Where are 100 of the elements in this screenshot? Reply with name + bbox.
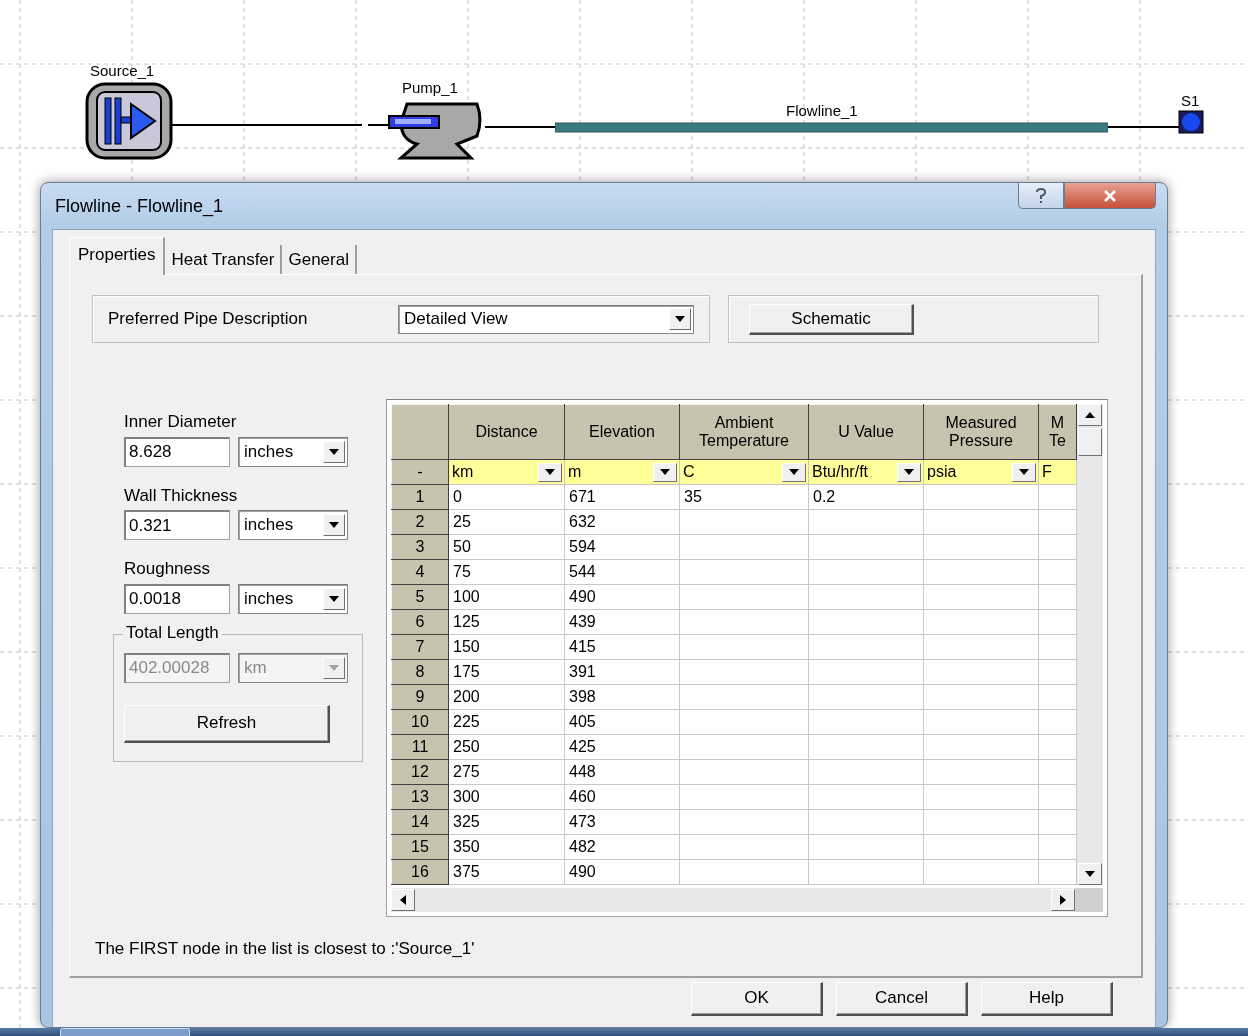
column-header[interactable]: Ambient Temperature: [679, 404, 809, 460]
dropdown-arrow-icon: [329, 522, 339, 528]
dropdown-arrow-icon: [904, 469, 914, 475]
table-cell: 350: [448, 834, 565, 860]
table-cell: 415: [564, 634, 680, 660]
tab[interactable]: Properties: [69, 236, 166, 275]
unit-dropdown[interactable]: C: [679, 459, 809, 485]
input-field[interactable]: 8.628: [124, 436, 230, 467]
row-header: 12: [391, 759, 449, 785]
table-cell: 225: [448, 709, 565, 735]
table-cell: 490: [564, 584, 680, 610]
table-cell: 391: [564, 659, 680, 685]
scroll-up-button[interactable]: [1078, 404, 1102, 426]
unit-dropdown[interactable]: inches: [238, 436, 348, 467]
row-header: 15: [391, 834, 449, 860]
field-label: Roughness: [124, 558, 211, 580]
unit-dropdown[interactable]: Btu/hr/ft: [808, 459, 924, 485]
dropdown-arrow-icon: [329, 448, 339, 455]
table-cell: 482: [564, 834, 680, 860]
dropdown-arrow-icon: [545, 469, 555, 475]
pipeline-icon[interactable]: [555, 122, 1108, 133]
dropdown-arrow-icon: [675, 316, 685, 322]
column-header[interactable]: U Value: [808, 404, 924, 460]
table-cell: 425: [564, 734, 680, 760]
schematic-button[interactable]: Schematic: [749, 303, 914, 335]
row-header: 16: [391, 859, 449, 885]
row-header: 13: [391, 784, 449, 810]
table-cell: 325: [448, 809, 565, 835]
refresh-button[interactable]: Refresh: [124, 704, 330, 743]
node-label: S1: [1181, 91, 1200, 111]
hint-text: The FIRST node in the list is closest to :'Source_1': [95, 938, 476, 960]
column-header[interactable]: Measured Pressure: [923, 404, 1039, 460]
table-cell: 200: [448, 684, 565, 710]
unit-dropdown[interactable]: psia: [923, 459, 1039, 485]
table-cell: 544: [564, 559, 680, 585]
row-header: 5: [391, 584, 449, 610]
table-cell: 671: [564, 484, 680, 510]
horizontal-scrollbar[interactable]: [391, 888, 1076, 912]
column-header[interactable]: M Te: [1038, 404, 1077, 460]
table-cell: 0: [448, 484, 565, 510]
scroll-left-button[interactable]: [391, 889, 415, 911]
field-label: Preferred Pipe Description: [108, 308, 309, 331]
table-cell: 50: [448, 534, 565, 560]
help-icon: [1035, 187, 1047, 204]
node-label: Source_1: [90, 61, 155, 81]
row-header: 1: [391, 484, 449, 510]
help-button[interactable]: [1018, 183, 1064, 209]
row-header: 8: [391, 659, 449, 685]
vertical-scrollbar[interactable]: [1077, 404, 1103, 885]
table-cell: 398: [564, 684, 680, 710]
unit-dropdown[interactable]: inches: [238, 583, 348, 614]
unit-dropdown[interactable]: m: [564, 459, 680, 485]
table-cell: 175: [448, 659, 565, 685]
dropdown-arrow-icon: [789, 469, 799, 475]
row-header: 2: [391, 509, 449, 535]
dropdown-arrow-icon: [329, 595, 339, 602]
dropdown-arrow-icon: [1019, 469, 1029, 475]
table-cell: 405: [564, 709, 680, 735]
field-label: Wall Thickness: [124, 484, 239, 507]
close-button[interactable]: [1064, 183, 1156, 209]
column-header[interactable]: Elevation: [564, 404, 680, 460]
scroll-down-button[interactable]: [1078, 863, 1102, 885]
sink-icon[interactable]: [1178, 110, 1204, 134]
row-header: 9: [391, 684, 449, 710]
connector-line: [367, 124, 389, 126]
row-header: 11: [391, 734, 449, 760]
table-cell: 0.2: [808, 484, 924, 510]
table-cell: 150: [448, 634, 565, 660]
row-header: 7: [391, 634, 449, 660]
scroll-thumb[interactable]: [1078, 428, 1102, 456]
table-cell: 490: [564, 859, 680, 885]
unit-dropdown[interactable]: inches: [238, 510, 348, 540]
table-cell: 460: [564, 784, 680, 810]
input-field[interactable]: 0.0018: [124, 583, 230, 614]
dropdown-arrow-icon: [329, 664, 339, 671]
scroll-right-button[interactable]: [1051, 889, 1076, 911]
table-cell: 35: [679, 484, 809, 510]
field-label: Inner Diameter: [124, 411, 238, 433]
table-cell: 250: [448, 734, 565, 760]
table-cell: 439: [564, 609, 680, 635]
scrollbar-corner: [1075, 888, 1103, 912]
table-cell: 125: [448, 609, 565, 635]
row-header: 14: [391, 809, 449, 835]
table-cell: 275: [448, 759, 565, 785]
close-icon: [1103, 189, 1117, 202]
dialog-button[interactable]: Help: [981, 981, 1113, 1016]
input-field[interactable]: 0.321: [124, 510, 230, 540]
dialog-button[interactable]: Cancel: [836, 981, 968, 1016]
unit-dropdown[interactable]: km: [448, 459, 565, 485]
node-label: Pump_1: [402, 78, 458, 98]
row-header: -: [391, 459, 449, 485]
row-header: 10: [391, 709, 449, 735]
table-cell: 300: [448, 784, 565, 810]
dialog-button[interactable]: OK: [691, 981, 823, 1016]
table-cell: 375: [448, 859, 565, 885]
table-cell: 473: [564, 809, 680, 835]
pipe-description-dropdown[interactable]: Detailed View: [398, 304, 694, 334]
row-header-corner: [391, 404, 449, 460]
source-icon[interactable]: [85, 82, 173, 160]
column-header[interactable]: Distance: [448, 404, 565, 460]
